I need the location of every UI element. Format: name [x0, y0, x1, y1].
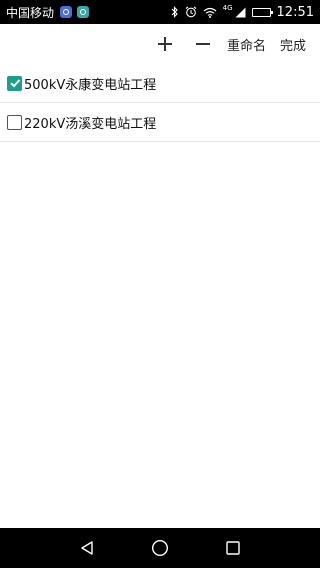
remove-button[interactable] — [187, 24, 219, 64]
done-button[interactable]: 完成 — [274, 24, 312, 64]
clock: 12:51 — [276, 4, 314, 20]
bluetooth-icon — [171, 6, 179, 18]
battery-icon — [251, 7, 273, 17]
list-item[interactable]: 220kV汤溪变电站工程 — [0, 103, 320, 142]
status-icons: 4G 12:51 — [171, 3, 314, 20]
add-button[interactable] — [149, 24, 181, 64]
checkbox[interactable] — [7, 114, 22, 130]
plus-icon — [157, 37, 172, 51]
rename-button[interactable]: 重命名 — [221, 24, 272, 64]
network-type: 4G — [222, 3, 233, 12]
app-notification-icon — [60, 6, 73, 18]
back-icon — [80, 541, 93, 555]
action-bar: 重命名 完成 — [0, 24, 320, 64]
back-button[interactable] — [67, 528, 107, 568]
home-button[interactable] — [140, 528, 180, 568]
signal-icon — [235, 7, 246, 18]
app-notification-icon — [77, 6, 90, 18]
alarm-icon — [185, 6, 197, 18]
home-icon — [151, 539, 168, 557]
list-item-label: 220kV汤溪变电站工程 — [24, 116, 157, 132]
project-list: 500kV永康变电站工程 220kV汤溪变电站工程 — [0, 64, 320, 142]
recents-button[interactable] — [213, 528, 253, 568]
carrier-name: 中国移动 — [6, 5, 55, 20]
checkbox[interactable] — [7, 75, 22, 91]
navigation-bar — [0, 528, 320, 568]
minus-icon — [195, 43, 210, 45]
list-item-label: 500kV永康变电站工程 — [24, 77, 157, 93]
list-item[interactable]: 500kV永康变电站工程 — [0, 64, 320, 103]
recents-icon — [226, 541, 241, 555]
status-bar: 中国移动 4G 12:51 — [0, 0, 320, 24]
wifi-icon — [203, 7, 217, 18]
check-icon — [9, 79, 20, 88]
